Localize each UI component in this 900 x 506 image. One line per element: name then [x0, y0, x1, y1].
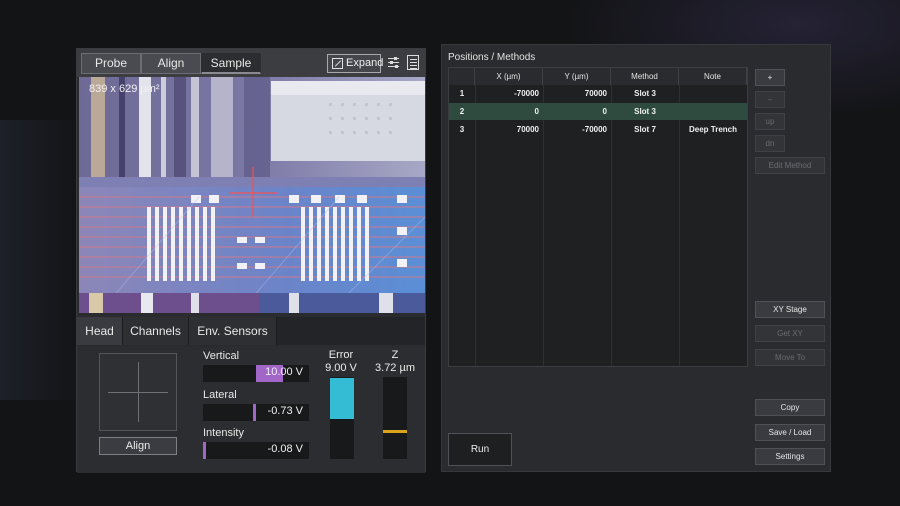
head-tab-bar: Head Channels Env. Sensors	[77, 317, 425, 345]
row-index: 1	[459, 89, 465, 98]
vertical-label: Vertical	[203, 350, 240, 362]
table-row[interactable]: 1 -70000 70000 Slot 3	[449, 85, 747, 102]
lateral-value: -0.73 V	[267, 405, 303, 417]
lateral-meter: -0.73 V	[203, 404, 309, 421]
settings-button[interactable]: Settings	[755, 448, 825, 465]
run-button[interactable]: Run	[448, 433, 512, 466]
expand-label: Expand	[346, 57, 384, 69]
intensity-value: -0.08 V	[267, 443, 303, 455]
error-bar	[330, 377, 354, 459]
error-bar-fill	[330, 378, 354, 419]
column-header-note[interactable]: Note	[679, 68, 747, 85]
expand-button[interactable]: Expand	[327, 54, 384, 73]
vertical-value: 10.00 V	[265, 366, 303, 378]
row-index: 2	[459, 107, 465, 116]
move-to-button[interactable]: Move To	[755, 349, 825, 366]
table-row-selected[interactable]: 2 0 0 Slot 3	[449, 103, 747, 120]
get-xy-button[interactable]: Get XY	[755, 325, 825, 342]
save-load-button[interactable]: Save / Load	[755, 424, 825, 441]
remove-position-button[interactable]: –	[755, 91, 785, 108]
move-down-button[interactable]: dn	[755, 135, 785, 152]
view-toolbar: Probe Align Sample Expand	[77, 49, 425, 77]
move-up-button[interactable]: up	[755, 113, 785, 130]
sliders-icon[interactable]	[387, 55, 401, 70]
z-title: Z	[391, 349, 399, 361]
column-header-index	[449, 68, 475, 85]
row-x: -70000	[514, 89, 539, 98]
intensity-meter-fill	[203, 442, 206, 459]
tab-env-sensors[interactable]: Env. Sensors	[189, 317, 277, 345]
tab-channels[interactable]: Channels	[123, 317, 189, 345]
positions-panel: Positions / Methods X (µm) Y (µm) Method…	[441, 44, 831, 472]
lateral-label: Lateral	[203, 389, 237, 401]
alignment-pad[interactable]	[99, 353, 177, 431]
error-value: 9.00 V	[325, 362, 357, 374]
row-y: -70000	[582, 125, 607, 134]
scan-size-label: 839 x 629 µm²	[89, 83, 160, 95]
lateral-meter-fill	[253, 404, 256, 421]
table-row[interactable]: 3 70000 -70000 Slot 7 Deep Trench	[449, 121, 747, 138]
row-method: Slot 3	[634, 89, 656, 98]
tab-align[interactable]: Align	[141, 53, 201, 74]
z-value: 3.72 µm	[375, 362, 415, 374]
z-bar	[383, 377, 407, 459]
positions-title: Positions / Methods	[448, 52, 536, 63]
row-x: 70000	[516, 125, 539, 134]
head-view-panel: Probe Align Sample Expand 839 x 629 µm²	[76, 48, 426, 473]
pad-crosshair-vertical	[138, 362, 139, 422]
edit-method-button[interactable]: Edit Method	[755, 157, 825, 174]
tab-probe[interactable]: Probe	[81, 53, 141, 74]
head-controls: Align Vertical 10.00 V Lateral -0.73 V I…	[77, 347, 425, 473]
tab-head[interactable]: Head	[77, 317, 123, 345]
table-header: X (µm) Y (µm) Method Note	[449, 68, 747, 85]
positions-table: X (µm) Y (µm) Method Note 1 -70000 70000…	[448, 67, 748, 367]
document-icon[interactable]	[407, 55, 419, 70]
column-header-x[interactable]: X (µm)	[475, 68, 543, 85]
error-title: Error	[328, 349, 354, 361]
add-position-button[interactable]: +	[755, 69, 785, 86]
row-method: Slot 3	[634, 107, 656, 116]
intensity-label: Intensity	[203, 427, 244, 439]
expand-icon	[332, 58, 343, 69]
column-header-y[interactable]: Y (µm)	[543, 68, 611, 85]
sample-camera-view[interactable]: 839 x 629 µm²	[79, 77, 425, 313]
background-shade	[0, 120, 80, 400]
z-bar-fill	[383, 430, 407, 433]
row-note: Deep Trench	[688, 125, 737, 134]
xy-stage-button[interactable]: XY Stage	[755, 301, 825, 318]
intensity-meter: -0.08 V	[203, 442, 309, 459]
column-header-method[interactable]: Method	[611, 68, 679, 85]
row-method: Slot 7	[634, 125, 656, 134]
copy-button[interactable]: Copy	[755, 399, 825, 416]
sample-image	[79, 77, 425, 313]
row-y: 70000	[584, 89, 607, 98]
row-index: 3	[459, 125, 465, 134]
vertical-meter: 10.00 V	[203, 365, 309, 382]
row-y: 0	[602, 107, 607, 116]
row-x: 0	[534, 107, 539, 116]
tab-sample[interactable]: Sample	[201, 53, 261, 74]
align-button[interactable]: Align	[99, 437, 177, 455]
